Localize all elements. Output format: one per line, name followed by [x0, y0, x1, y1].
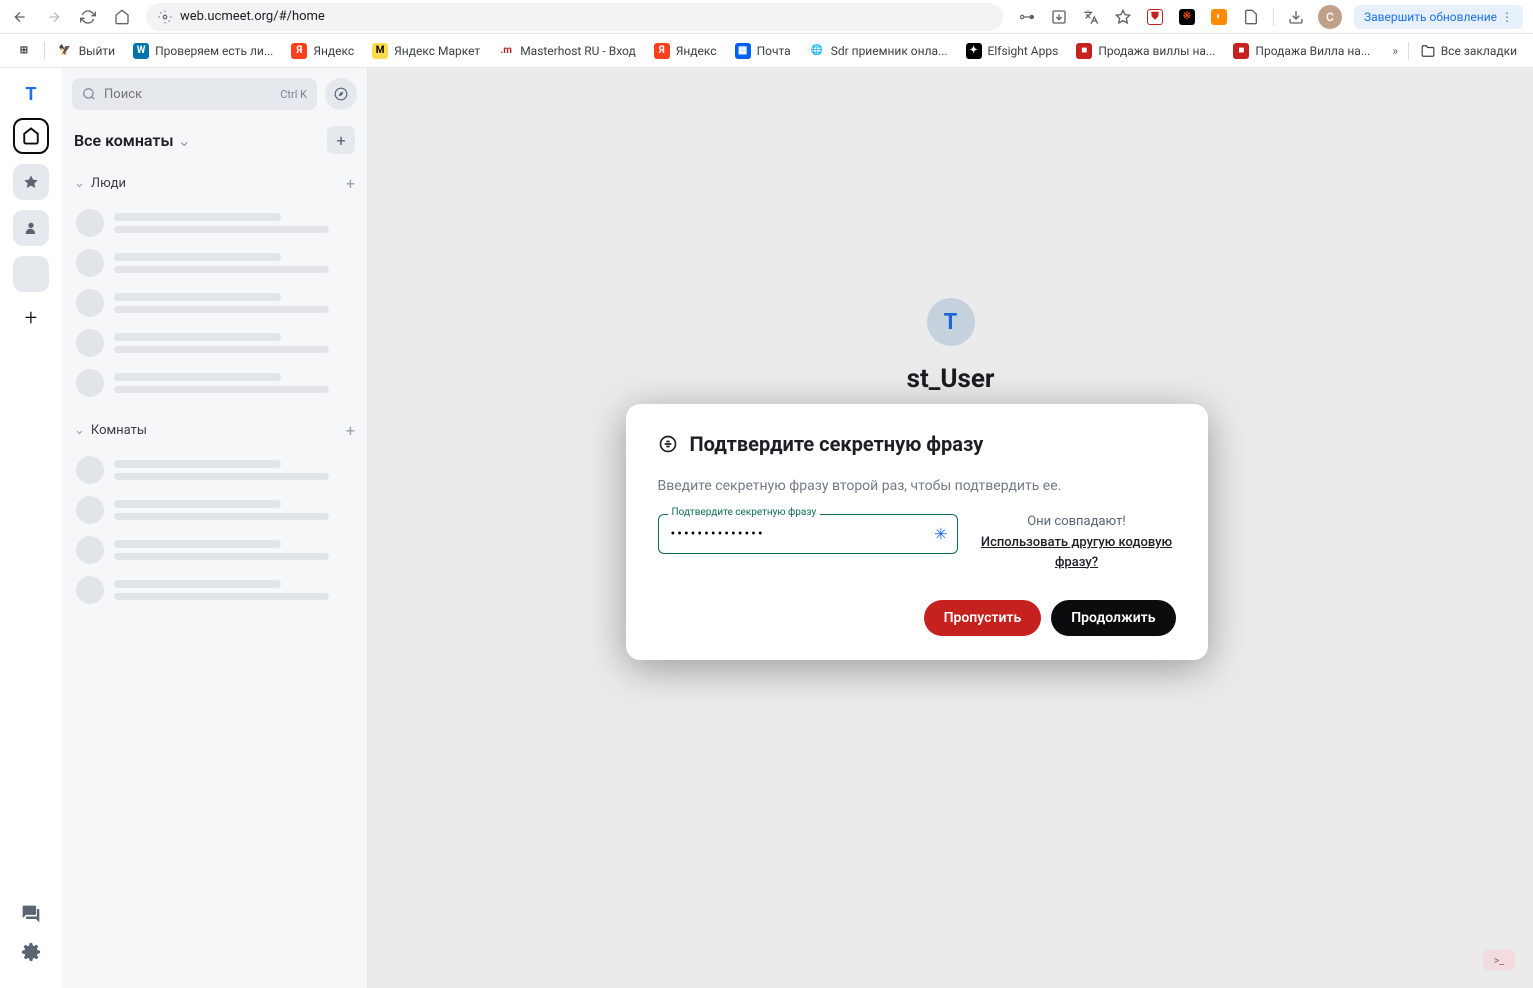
bookmark-item[interactable]: ■Продажа виллы на... — [1070, 39, 1221, 63]
bookmark-item[interactable]: ▦Почта — [729, 39, 797, 63]
bookmark-item[interactable]: ✦Elfsight Apps — [960, 39, 1065, 63]
lock-icon — [658, 434, 678, 454]
home-button[interactable] — [112, 7, 132, 27]
bookmark-item[interactable]: ■Продажа Вилла на... — [1227, 39, 1376, 63]
all-bookmarks[interactable]: Все закладки — [1415, 40, 1523, 62]
apps-button[interactable]: ⊞ — [10, 39, 38, 63]
profile-avatar[interactable]: C — [1318, 5, 1342, 29]
skip-button[interactable]: Пропустить — [924, 600, 1042, 636]
browser-address-bar: web.ucmeet.org/#/home ⊶ ⛊ ※ ◐ C Завершит… — [0, 0, 1533, 34]
url-bar[interactable]: web.ucmeet.org/#/home — [146, 3, 1003, 31]
bookmark-item[interactable]: ЯЯндекс — [285, 39, 360, 63]
field-label: Подтвердите секретную фразу — [668, 507, 821, 518]
translate-icon[interactable] — [1081, 7, 1101, 27]
bookmark-item[interactable]: 🌐Sdr приемник онла... — [803, 39, 954, 63]
key-icon[interactable]: ⊶ — [1017, 7, 1037, 27]
bookmarks-bar: ⊞ 🦅Выйти WПроверяем есть ли... ЯЯндекс M… — [0, 34, 1533, 68]
site-settings-icon — [158, 10, 172, 24]
downloads-icon[interactable] — [1286, 7, 1306, 27]
url-text: web.ucmeet.org/#/home — [180, 9, 325, 24]
reload-button[interactable] — [78, 7, 98, 27]
bookmark-item[interactable]: 🦅Выйти — [51, 39, 121, 63]
extensions-icon[interactable] — [1241, 7, 1261, 27]
bookmark-item[interactable]: MЯндекс Маркет — [366, 39, 486, 63]
ext-icon-2[interactable]: ※ — [1177, 7, 1197, 27]
forward-button[interactable] — [44, 7, 64, 27]
continue-button[interactable]: Продолжить — [1051, 600, 1175, 636]
modal-backdrop: Подтвердите секретную фразу Введите секр… — [0, 68, 1533, 988]
update-button[interactable]: Завершить обновление⋮ — [1354, 5, 1523, 29]
passphrase-input[interactable] — [658, 514, 958, 554]
modal-title: Подтвердите секретную фразу — [690, 432, 984, 456]
bookmark-item[interactable]: WПроверяем есть ли... — [127, 39, 279, 63]
bookmark-item[interactable]: ЯЯндекс — [648, 39, 723, 63]
bookmark-item[interactable]: .mMasterhost RU - Вход — [492, 39, 642, 63]
ext-icon-3[interactable]: ◐ — [1209, 7, 1229, 27]
use-different-phrase-link[interactable]: Использовать другую кодовую фразу? — [978, 533, 1176, 572]
divider — [1273, 8, 1274, 26]
star-icon[interactable] — [1113, 7, 1133, 27]
dev-tools-badge[interactable]: >_ — [1483, 950, 1515, 970]
back-button[interactable] — [10, 7, 30, 27]
confirm-phrase-modal: Подтвердите секретную фразу Введите секр… — [626, 404, 1208, 660]
ext-icon-1[interactable]: ⛊ — [1145, 7, 1165, 27]
bookmarks-overflow[interactable]: » — [1388, 41, 1402, 61]
modal-description: Введите секретную фразу второй раз, чтоб… — [658, 478, 1176, 494]
match-status: Они совпадают! — [978, 514, 1176, 529]
spinner-icon: ✳ — [934, 525, 947, 544]
install-icon[interactable] — [1049, 7, 1069, 27]
